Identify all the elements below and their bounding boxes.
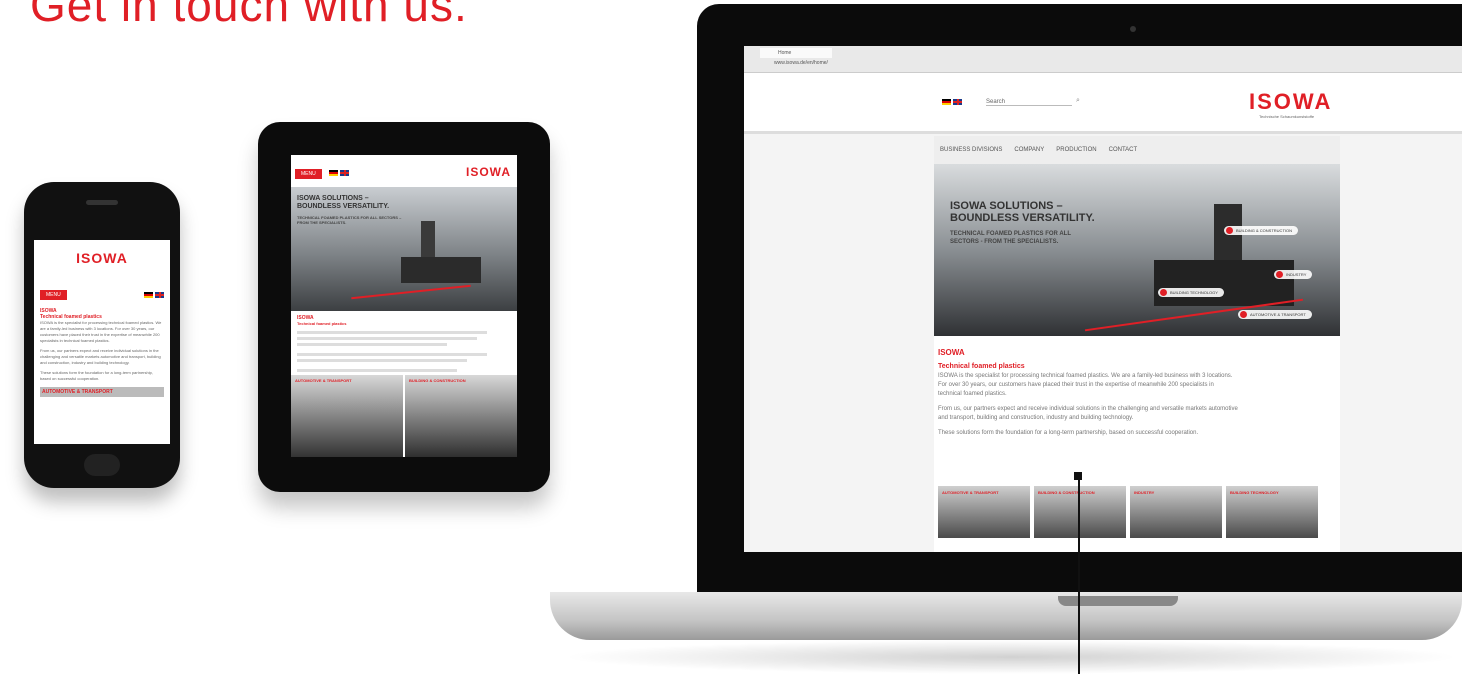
phone-paragraph-2: From us, our partners expect and receive… (40, 348, 161, 365)
phone-menu-button[interactable]: MENU (40, 290, 67, 300)
phone-home-button[interactable] (84, 454, 120, 476)
tablet-category-tile[interactable]: AUTOMOTIVE & TRANSPORT (291, 375, 403, 457)
nav-contact[interactable]: CONTACT (1109, 147, 1138, 153)
tablet-text-line (297, 337, 477, 340)
thumb-automotive[interactable]: AUTOMOTIVE & TRANSPORT (938, 486, 1030, 538)
nav-company[interactable]: COMPANY (1014, 147, 1044, 153)
tablet-text-line (297, 359, 467, 362)
tablet-categories: AUTOMOTIVE & TRANSPORT BUILDING & CONSTR… (291, 375, 517, 457)
logo-tagline: Technische Schaumkunststoffe (1259, 114, 1315, 119)
laptop-base (550, 592, 1462, 640)
tag-building-construction[interactable]: BUILDING & CONSTRUCTION (1224, 226, 1299, 235)
tablet-logo: ISOWA (465, 165, 511, 179)
pointer-line (1078, 478, 1080, 674)
laptop-shadow (560, 640, 1462, 674)
tablet-language-flags (329, 170, 349, 176)
uk-flag-icon[interactable] (953, 99, 962, 105)
thumb-label: BUILDING TECHNOLOGY (1230, 490, 1279, 495)
thumb-label: BUILDING & CONSTRUCTION (1038, 490, 1095, 495)
laptop-screen: Home www.isowa.de/en/home/ Search ⌕ ISOW… (744, 46, 1462, 552)
phone-device: ISOWA MENU ISOWA Technical foamed plasti… (24, 182, 180, 488)
hero-block (401, 257, 481, 283)
intro-paragraph-3: These solutions form the foundation for … (938, 430, 1199, 436)
tablet-hero: ISOWA SOLUTIONS – BOUNDLESS VERSATILITY.… (291, 187, 517, 311)
intro-paragraph-2: From us, our partners expect and receive… (938, 406, 1238, 421)
laptop-camera (1130, 26, 1136, 32)
tablet-hero-subtitle: TECHNICAL FOAMED PLASTICS FOR ALL SECTOR… (297, 215, 402, 225)
tablet-category-label: AUTOMOTIVE & TRANSPORT (295, 378, 352, 383)
phone-category-link[interactable]: AUTOMOTIVE & TRANSPORT (40, 387, 164, 397)
phone-logo: ISOWA (76, 250, 128, 266)
phone-screen: ISOWA MENU ISOWA Technical foamed plasti… (34, 240, 170, 444)
thumb-label: INDUSTRY (1134, 490, 1155, 495)
tablet-content: ISOWA Technical foamed plastics (291, 311, 517, 372)
german-flag-icon[interactable] (942, 99, 951, 105)
tablet-subheading: Technical foamed plastics (297, 321, 347, 326)
german-flag-icon[interactable] (144, 292, 153, 298)
laptop-notch (1058, 596, 1178, 606)
phone-language-flags (144, 292, 164, 298)
tag-automotive-transport[interactable]: AUTOMOTIVE & TRANSPORT (1238, 310, 1312, 319)
intro-heading: ISOWA (938, 348, 965, 357)
intro-text: ISOWA Technical foamed plastics ISOWA is… (938, 348, 1238, 444)
tablet-hero-title: ISOWA SOLUTIONS – BOUNDLESS VERSATILITY. (297, 195, 390, 210)
hero-title-line-2: BOUNDLESS VERSATILITY. (950, 212, 1095, 224)
intro-subheading: Technical foamed plastics (938, 363, 1025, 370)
tablet-text-line (297, 331, 487, 334)
tablet-text-line (297, 353, 487, 356)
tag-industry[interactable]: INDUSTRY (1274, 270, 1313, 279)
uk-flag-icon[interactable] (340, 170, 349, 176)
site-logo[interactable]: ISOWA (1249, 89, 1332, 115)
search-input[interactable]: Search (986, 99, 1072, 106)
phone-logo-area: ISOWA (34, 240, 170, 268)
main-nav: BUSINESS DIVISIONS COMPANY PRODUCTION CO… (934, 136, 1340, 164)
tablet-text-line (297, 369, 457, 372)
phone-paragraph-3: These solutions form the foundation for … (40, 370, 153, 381)
phone-toolbar: MENU (34, 268, 170, 300)
thumb-building-construction[interactable]: BUILDING & CONSTRUCTION (1034, 486, 1126, 538)
tablet-category-tile[interactable]: BUILDING & CONSTRUCTION (405, 375, 517, 457)
german-flag-icon[interactable] (329, 170, 338, 176)
nav-business-divisions[interactable]: BUSINESS DIVISIONS (940, 147, 1002, 153)
tablet-header: MENU ISOWA (291, 155, 517, 187)
nav-production[interactable]: PRODUCTION (1056, 147, 1096, 153)
thumb-industry[interactable]: INDUSTRY (1130, 486, 1222, 538)
language-flags (942, 99, 962, 105)
phone-paragraph-1: ISOWA is the specialist for processing t… (40, 320, 162, 343)
tag-building-technology[interactable]: BUILDING TECHNOLOGY (1158, 288, 1224, 297)
intro-paragraph-1: ISOWA is the specialist for processing t… (938, 373, 1233, 397)
hero-banner: ISOWA SOLUTIONS – BOUNDLESS VERSATILITY.… (934, 164, 1340, 336)
phone-content: ISOWA Technical foamed plastics ISOWA is… (34, 300, 170, 397)
page-content: BUSINESS DIVISIONS COMPANY PRODUCTION CO… (934, 136, 1340, 552)
hero-red-line (351, 284, 471, 300)
tablet-category-label: BUILDING & CONSTRUCTION (409, 378, 466, 383)
site-header: Search ⌕ ISOWA Technische Schaumkunststo… (744, 73, 1462, 134)
category-thumbnails: AUTOMOTIVE & TRANSPORT BUILDING & CONSTR… (938, 486, 1318, 538)
uk-flag-icon[interactable] (155, 292, 164, 298)
browser-tab[interactable]: Home (760, 48, 832, 58)
headline: Get in touch with us. (30, 0, 468, 31)
tablet-device: MENU ISOWA ISOWA SOLUTIONS – BOUNDLESS V… (258, 122, 550, 492)
thumb-building-technology[interactable]: BUILDING TECHNOLOGY (1226, 486, 1318, 538)
thumb-label: AUTOMOTIVE & TRANSPORT (942, 490, 999, 495)
search-icon[interactable]: ⌕ (1076, 97, 1080, 105)
tablet-menu-button[interactable]: MENU (295, 169, 322, 179)
hero-block (1154, 260, 1294, 306)
hero-title-line-1: ISOWA SOLUTIONS – (950, 200, 1063, 212)
hero-subtitle: TECHNICAL FOAMED PLASTICS FOR ALL SECTOR… (950, 231, 1071, 245)
browser-bar: Home www.isowa.de/en/home/ (744, 46, 1462, 73)
address-bar[interactable]: www.isowa.de/en/home/ (774, 60, 828, 66)
hero-title: ISOWA SOLUTIONS – BOUNDLESS VERSATILITY. (950, 200, 1095, 224)
phone-speaker (86, 200, 118, 205)
tablet-screen: MENU ISOWA ISOWA SOLUTIONS – BOUNDLESS V… (291, 155, 517, 457)
tablet-text-line (297, 343, 447, 346)
